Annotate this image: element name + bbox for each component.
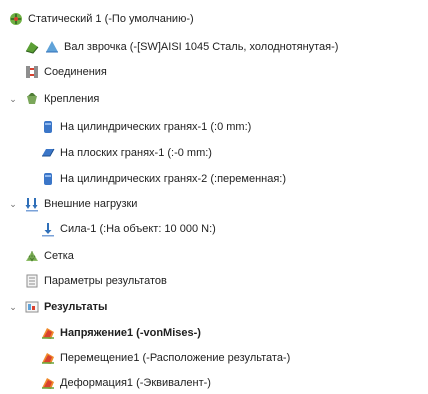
feature-tree: Статический 1 (-По умолчанию-) Вал звроч…: [0, 0, 428, 394]
fixtures-label: Крепления: [44, 93, 100, 105]
results-row[interactable]: ⌄ Результаты: [8, 296, 107, 318]
cylindrical-fixture-icon: [40, 119, 56, 135]
result-options-label: Параметры результатов: [44, 275, 167, 287]
results-label: Результаты: [44, 301, 108, 313]
fixture-item-3-row[interactable]: На цилиндрических гранях-2 (:переменная:…: [40, 168, 286, 190]
results-expand-toggle[interactable]: ⌄: [8, 302, 18, 312]
fixture-item-1-label: На цилиндрических гранях-1 (:0 mm:): [60, 121, 252, 133]
mesh-row[interactable]: Сетка: [24, 245, 74, 267]
fixtures-row[interactable]: ⌄ Крепления: [8, 88, 99, 110]
mesh-icon: [24, 248, 40, 264]
strain-plot-icon: [40, 375, 56, 391]
planar-fixture-icon: [40, 145, 56, 161]
part-green-icon: [24, 39, 40, 55]
displacement-result-label: Перемещение1 (-Расположение результата-): [60, 352, 291, 364]
part-material-icon: [44, 39, 60, 55]
stress-result-row[interactable]: Напряжение1 (-vonMises-): [40, 322, 201, 344]
fixture-item-3-label: На цилиндрических гранях-2 (:переменная:…: [60, 173, 287, 185]
mesh-label: Сетка: [44, 250, 74, 262]
external-loads-expand-toggle[interactable]: ⌄: [8, 199, 18, 209]
fixture-item-1-row[interactable]: На цилиндрических гранях-1 (:0 mm:): [40, 116, 251, 138]
connections-label: Соединения: [44, 66, 107, 78]
strain-result-label: Деформация1 (-Эквивалент-): [60, 377, 211, 389]
stress-result-label: Напряжение1 (-vonMises-): [60, 327, 201, 339]
stress-plot-icon: [40, 325, 56, 341]
result-options-row[interactable]: Параметры результатов: [24, 270, 167, 292]
fixture-item-2-row[interactable]: На плоских гранях-1 (:-0 mm:): [40, 142, 212, 164]
tree-root-label: Статический 1 (-По умолчанию-): [28, 13, 194, 25]
static-study-icon: [8, 11, 24, 27]
tree-root-row[interactable]: Статический 1 (-По умолчанию-): [8, 8, 194, 30]
result-options-icon: [24, 273, 40, 289]
part-label: Вал зврочка (-[SW]AISI 1045 Сталь, холод…: [64, 41, 339, 53]
displacement-plot-icon: [40, 350, 56, 366]
force-label: Сила-1 (:На объект: 10 000 N:): [60, 223, 216, 235]
force-row[interactable]: Сила-1 (:На объект: 10 000 N:): [40, 218, 216, 240]
external-loads-row[interactable]: ⌄ Внешние нагрузки: [8, 193, 137, 215]
force-icon: [40, 221, 56, 237]
strain-result-row[interactable]: Деформация1 (-Эквивалент-): [40, 372, 211, 394]
displacement-result-row[interactable]: Перемещение1 (-Расположение результата-): [40, 347, 290, 369]
results-folder-icon: [24, 299, 40, 315]
part-row[interactable]: Вал зврочка (-[SW]AISI 1045 Сталь, холод…: [24, 36, 338, 58]
external-loads-icon: [24, 196, 40, 212]
connections-row[interactable]: Соединения: [24, 61, 107, 83]
fixtures-expand-toggle[interactable]: ⌄: [8, 94, 18, 104]
connections-icon: [24, 64, 40, 80]
fixtures-icon: [24, 91, 40, 107]
cylindrical-fixture-icon: [40, 171, 56, 187]
fixture-item-2-label: На плоских гранях-1 (:-0 mm:): [60, 147, 212, 159]
external-loads-label: Внешние нагрузки: [44, 198, 138, 210]
